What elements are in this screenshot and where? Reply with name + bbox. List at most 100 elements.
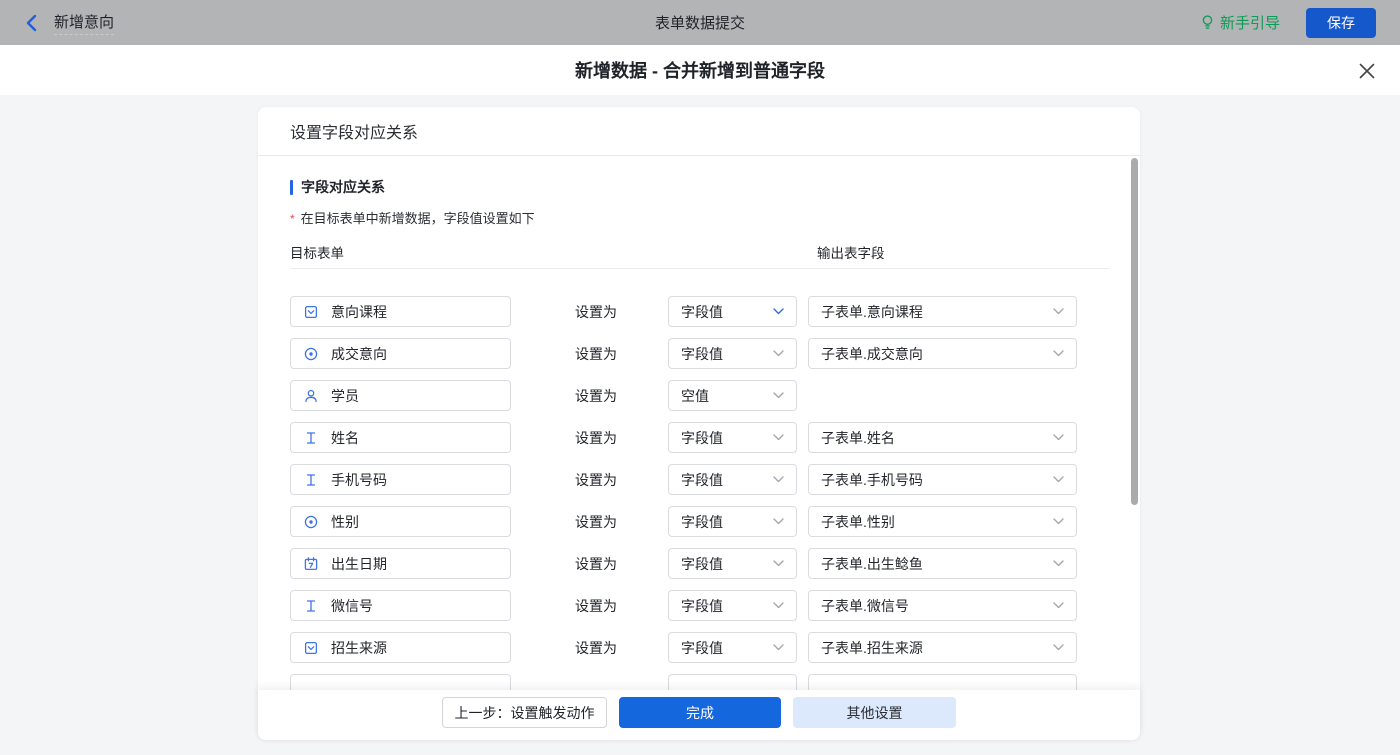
done-button[interactable]: 完成 (619, 697, 781, 728)
output-field-selected: 子表单.手机号码 (821, 470, 1045, 490)
value-mode-selected: 字段值 (681, 302, 765, 322)
output-field-select[interactable]: 子表单.微信号 (808, 590, 1077, 621)
select-field-icon (303, 640, 319, 656)
chevron-down-icon (1053, 560, 1064, 567)
value-mode-selected: 字段值 (681, 554, 765, 574)
table-row: 出生日期 设置为 字段值 子表单.出生鲶鱼 (258, 548, 1140, 579)
previous-step-button[interactable]: 上一步：设置触发动作 (442, 697, 607, 728)
output-field-select[interactable]: 子表单.手机号码 (808, 464, 1077, 495)
value-mode-selected: 字段值 (681, 638, 765, 658)
output-field-selected: 子表单.性别 (821, 512, 1045, 532)
target-field-chip: 招生来源 (290, 632, 511, 663)
column-header-output-fields: 输出表字段 (817, 242, 885, 262)
target-field-label: 招生来源 (331, 638, 387, 658)
card-title: 设置字段对应关系 (258, 107, 1140, 156)
mapping-scroll-area: 字段对应关系 *在目标表单中新增数据，字段值设置如下 目标表单 输出表字段 意向… (258, 156, 1140, 690)
required-note: *在目标表单中新增数据，字段值设置如下 (290, 208, 535, 227)
target-field-chip: 姓名 (290, 422, 511, 453)
value-mode-select[interactable]: 字段值 (668, 464, 797, 495)
value-mode-select[interactable]: 字段值 (668, 548, 797, 579)
beginner-guide-link[interactable]: 新手引导 (1200, 12, 1280, 33)
value-mode-selected: 字段值 (681, 470, 765, 490)
target-field-chip: 微信号 (290, 590, 511, 621)
output-select[interactable] (808, 674, 1077, 690)
target-field-label: 姓名 (331, 428, 359, 448)
chevron-down-icon (1053, 476, 1064, 483)
chevron-down-icon (1053, 308, 1064, 315)
chevron-down-icon (773, 392, 784, 399)
value-mode-select[interactable]: 字段值 (668, 590, 797, 621)
value-mode-select[interactable]: 字段值 (668, 506, 797, 537)
output-field-select[interactable]: 子表单.出生鲶鱼 (808, 548, 1077, 579)
value-mode-select[interactable]: 空值 (668, 380, 797, 411)
topbar: 新增意向 表单数据提交 新手引导 保存 (0, 0, 1400, 45)
target-field-chip: 出生日期 (290, 548, 511, 579)
modal-title: 新增数据 - 合并新增到普通字段 (0, 45, 1400, 95)
chevron-down-icon (1053, 434, 1064, 441)
table-row: 招生来源 设置为 字段值 子表单.招生来源 (258, 632, 1140, 663)
output-field-selected: 子表单.成交意向 (821, 344, 1045, 364)
set-as-label: 设置为 (575, 380, 617, 411)
set-as-label: 设置为 (575, 296, 617, 327)
value-mode-select[interactable]: 字段值 (668, 338, 797, 369)
target-field-label: 意向课程 (331, 302, 387, 322)
value-mode-selected: 字段值 (681, 344, 765, 364)
target-field-chip: 成交意向 (290, 338, 511, 369)
close-icon[interactable] (1356, 60, 1378, 82)
chevron-down-icon (773, 350, 784, 357)
value-mode-select[interactable]: 字段值 (668, 422, 797, 453)
target-field-label: 手机号码 (331, 470, 387, 490)
output-field-select[interactable]: 子表单.成交意向 (808, 338, 1077, 369)
chevron-down-icon (773, 434, 784, 441)
modal-header: 新增数据 - 合并新增到普通字段 (0, 45, 1400, 95)
target-field-label: 学员 (331, 386, 359, 406)
set-as-label: 设置为 (575, 422, 617, 453)
radio-field-icon (303, 514, 319, 530)
calendar-field-icon (303, 556, 319, 572)
set-as-label: 设置为 (575, 506, 617, 537)
chevron-down-icon (1053, 518, 1064, 525)
value-mode-selected: 字段值 (681, 596, 765, 616)
other-settings-button[interactable]: 其他设置 (793, 697, 956, 728)
target-field-chip: 手机号码 (290, 464, 511, 495)
table-row: 手机号码 设置为 字段值 子表单.手机号码 (258, 464, 1140, 495)
set-as-label: 设置为 (575, 338, 617, 369)
save-button[interactable]: 保存 (1306, 8, 1376, 38)
chevron-down-icon (773, 308, 784, 315)
target-field-chip: 意向课程 (290, 296, 511, 327)
table-row: 学员 设置为 空值 (258, 380, 1140, 411)
section-accent-bar (290, 180, 293, 195)
value-mode-selected: 空值 (681, 386, 765, 406)
target-field-label: 出生日期 (331, 554, 387, 574)
table-row: 微信号 设置为 字段值 子表单.微信号 (258, 590, 1140, 621)
output-field-select[interactable]: 子表单.性别 (808, 506, 1077, 537)
section-title: 字段对应关系 (301, 177, 385, 197)
scrollbar-thumb[interactable] (1131, 158, 1138, 505)
table-row: 意向课程 设置为 字段值 子表单.意向课程 (258, 296, 1140, 327)
output-field-select[interactable]: 子表单.姓名 (808, 422, 1077, 453)
chevron-down-icon (773, 560, 784, 567)
output-field-selected: 子表单.微信号 (821, 596, 1045, 616)
chevron-down-icon (1053, 602, 1064, 609)
target-field-chip: 性别 (290, 506, 511, 537)
text-field-icon (303, 598, 319, 614)
select-field-icon (303, 304, 319, 320)
value-mode-select[interactable]: 字段值 (668, 632, 797, 663)
chevron-down-icon (773, 602, 784, 609)
chevron-down-icon (773, 518, 784, 525)
note-text: 在目标表单中新增数据，字段值设置如下 (301, 211, 535, 226)
text-field-icon (303, 430, 319, 446)
field-chip (290, 674, 511, 690)
target-field-label: 成交意向 (331, 344, 387, 364)
table-row-partial (258, 674, 1140, 690)
output-field-select[interactable]: 子表单.意向课程 (808, 296, 1077, 327)
radio-field-icon (303, 346, 319, 362)
target-field-label: 性别 (331, 512, 359, 532)
output-field-select[interactable]: 子表单.招生来源 (808, 632, 1077, 663)
value-mode-select[interactable]: 字段值 (668, 296, 797, 327)
column-divider (290, 268, 1110, 269)
chevron-down-icon (773, 476, 784, 483)
mode-select[interactable] (668, 674, 797, 690)
guide-label: 新手引导 (1220, 12, 1280, 33)
chevron-down-icon (1053, 350, 1064, 357)
